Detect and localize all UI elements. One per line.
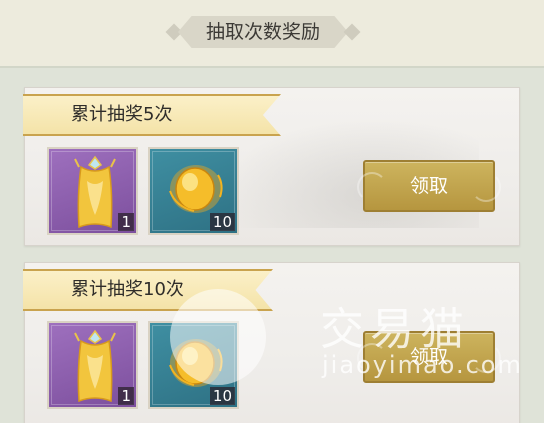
reward-threshold-label: 累计抽奖5次 — [71, 104, 173, 125]
reward-slot-cape[interactable]: 1 — [47, 147, 138, 235]
title-plaque: 抽取次数奖励 — [165, 14, 361, 50]
reward-card: 累计抽奖10次 1 10 领取 — [23, 262, 520, 423]
claim-button[interactable]: 领取 — [357, 160, 501, 212]
claim-button[interactable]: 领取 — [357, 331, 501, 383]
item-count: 1 — [118, 213, 134, 231]
reward-slot-cape[interactable]: 1 — [47, 321, 138, 409]
item-count: 10 — [209, 387, 235, 405]
gold-orb-icon — [169, 165, 223, 213]
page-title: 抽取次数奖励 — [205, 21, 320, 43]
golden-cape-icon — [74, 155, 116, 229]
golden-cape-icon — [74, 329, 116, 403]
reward-card: 累计抽奖5次 1 10 领取 — [23, 87, 520, 246]
reward-ribbon: 累计抽奖5次 — [23, 94, 281, 136]
gold-orb-icon — [169, 339, 223, 387]
reward-threshold-label: 累计抽奖10次 — [71, 279, 184, 300]
item-count: 1 — [118, 387, 134, 405]
reward-ribbon: 累计抽奖10次 — [23, 269, 273, 311]
item-count: 10 — [209, 213, 235, 231]
reward-slot-orb[interactable]: 10 — [148, 147, 239, 235]
reward-slot-orb[interactable]: 10 — [148, 321, 239, 409]
